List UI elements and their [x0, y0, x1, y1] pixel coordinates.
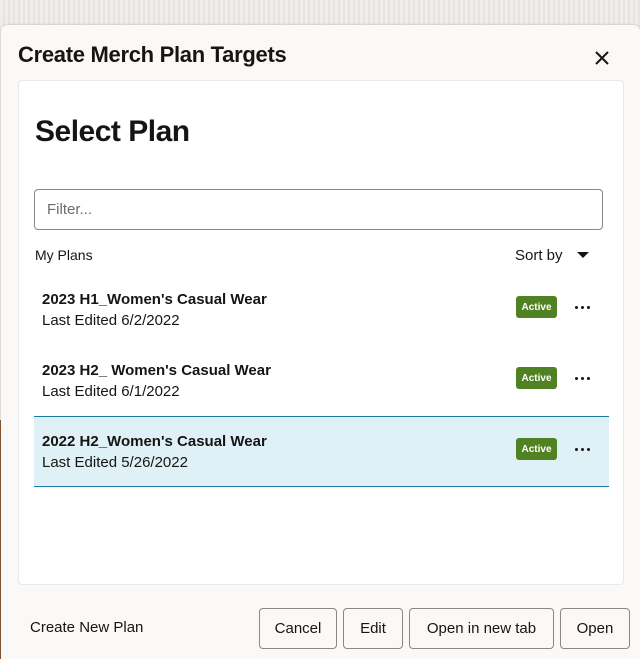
caret-down-icon — [576, 252, 589, 258]
plan-list: 2023 H1_Women's Casual Wear Last Edited … — [34, 274, 609, 487]
status-badge: Active — [516, 367, 557, 389]
plan-name: 2023 H1_Women's Casual Wear — [42, 291, 267, 308]
more-icon — [574, 376, 578, 380]
plan-list-item[interactable]: 2023 H1_Women's Casual Wear Last Edited … — [34, 274, 609, 345]
more-icon — [574, 305, 578, 309]
plan-list-item[interactable]: 2023 H2_ Women's Casual Wear Last Edited… — [34, 345, 609, 416]
plan-name: 2023 H2_ Women's Casual Wear — [42, 362, 271, 379]
edit-button[interactable]: Edit — [343, 608, 403, 649]
status-badge: Active — [516, 296, 557, 318]
plan-list-item-selected[interactable]: 2022 H2_Women's Casual Wear Last Edited … — [34, 416, 609, 487]
open-button[interactable]: Open — [560, 608, 630, 649]
close-icon — [595, 51, 609, 65]
my-plans-label: My Plans — [35, 247, 93, 263]
sort-by-label: Sort by — [515, 246, 563, 264]
create-new-plan-button[interactable]: Create New Plan — [30, 619, 143, 636]
more-actions-button[interactable] — [568, 293, 596, 321]
select-plan-panel: Select Plan My Plans Sort by 2023 H1_Wom… — [18, 80, 624, 585]
status-badge: Active — [516, 438, 557, 460]
filter-input[interactable] — [34, 189, 603, 230]
more-actions-button[interactable] — [568, 364, 596, 392]
close-button[interactable] — [588, 44, 616, 72]
dialog-title: Create Merch Plan Targets — [18, 42, 287, 67]
plan-last-edited: Last Edited 5/26/2022 — [42, 454, 188, 471]
plan-last-edited: Last Edited 6/1/2022 — [42, 383, 180, 400]
cancel-button[interactable]: Cancel — [259, 608, 337, 649]
create-merch-plan-targets-dialog: Create Merch Plan Targets Select Plan My… — [1, 25, 640, 659]
more-icon — [574, 447, 578, 451]
open-in-new-tab-button[interactable]: Open in new tab — [409, 608, 554, 649]
section-title: Select Plan — [35, 115, 190, 148]
plan-name: 2022 H2_Women's Casual Wear — [42, 433, 267, 450]
sort-by-dropdown[interactable]: Sort by — [515, 244, 589, 266]
plan-last-edited: Last Edited 6/2/2022 — [42, 312, 180, 329]
more-actions-button[interactable] — [568, 435, 596, 463]
